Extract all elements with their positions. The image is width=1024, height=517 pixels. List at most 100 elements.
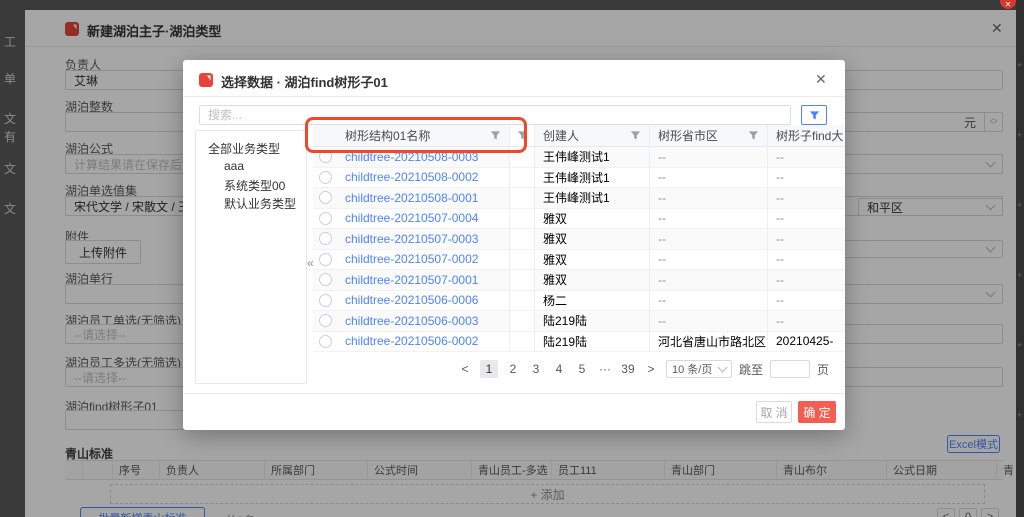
col-header-creator: 创建人 [543,127,579,144]
tree-item-link[interactable]: childtree-20210506-0006 [345,293,478,307]
filter-funnel-icon [809,110,820,121]
row-radio[interactable] [319,191,332,204]
table-row[interactable]: childtree-20210508-0001 王伟峰测试1 -- -- [313,188,845,209]
cell-region: -- [650,270,768,290]
tree-item-link[interactable]: childtree-20210508-0001 [345,191,478,205]
filter-funnel-icon[interactable] [490,130,501,141]
tree-item-link[interactable]: childtree-20210508-0003 [345,150,478,164]
page-number[interactable]: 3 [528,360,544,378]
row-radio[interactable] [319,171,332,184]
table-row[interactable]: childtree-20210506-0006 杨二 -- -- [313,291,845,312]
category-root[interactable]: 全部业务类型 [208,140,280,157]
cell-extra: 20210425- [768,332,845,352]
table-row[interactable]: childtree-20210506-0002 陆219陆 河北省唐山市路北区 … [313,332,845,353]
table-row[interactable]: childtree-20210507-0002 雅双 -- -- [313,250,845,271]
row-radio[interactable] [319,273,332,286]
cell-region: -- [650,250,768,270]
cell-region: -- [650,229,768,249]
category-panel: 全部业务类型 aaa 系统类型00 默认业务类型 [195,130,307,384]
modal-close-icon[interactable]: ✕ [815,71,827,88]
divider [183,96,845,97]
modal-title: 选择数据 · 湖泊find树形子01 [221,72,388,91]
filter-funnel-icon[interactable] [748,130,759,141]
cell-creator: 雅双 [535,250,650,270]
cell-region: -- [650,311,768,331]
row-radio[interactable] [319,335,332,348]
page-number[interactable]: 39 [620,360,636,378]
tree-item-link[interactable]: childtree-20210507-0004 [345,211,478,225]
cell-region: -- [650,291,768,311]
header-radio-col [313,125,337,146]
page-number[interactable]: 1 [480,360,498,378]
cell-extra: -- [768,250,845,270]
table-row[interactable]: childtree-20210507-0001 雅双 -- -- [313,270,845,291]
page-ellipsis[interactable]: ··· [597,360,613,378]
table-header-row: 树形结构01名称 创建人 树形省市区 树形子find大 [313,125,845,147]
search-input[interactable] [199,105,791,125]
cancel-button[interactable]: 取 消 [756,401,792,423]
page-next[interactable]: > [643,360,659,378]
cell-region: -- [650,147,768,167]
row-radio[interactable] [319,253,332,266]
tree-item-link[interactable]: childtree-20210506-0003 [345,314,478,328]
confirm-button[interactable]: 确 定 [798,401,836,423]
row-radio[interactable] [319,232,332,245]
cell-extra: -- [768,270,845,290]
table-row[interactable]: childtree-20210508-0003 王伟峰测试1 -- -- [313,147,845,168]
cell-creator: 杨二 [535,291,650,311]
jump-page-input[interactable] [770,360,810,378]
cell-region: -- [650,168,768,188]
brand-doc-icon [199,73,213,87]
tree-item-link[interactable]: childtree-20210506-0002 [345,334,478,348]
row-radio[interactable] [319,150,332,163]
table-row[interactable]: childtree-20210507-0003 雅双 -- -- [313,229,845,250]
divider [183,393,845,394]
category-item[interactable]: aaa [224,159,244,173]
col-header-name: 树形结构01名称 [345,127,430,144]
category-item[interactable]: 默认业务类型 [224,195,296,212]
cell-region: 河北省唐山市路北区 [650,332,768,352]
row-radio[interactable] [319,212,332,225]
category-item[interactable]: 系统类型00 [224,177,285,194]
cell-creator: 雅双 [535,270,650,290]
cell-extra: -- [768,291,845,311]
filter-button[interactable] [801,105,827,125]
cell-extra: -- [768,229,845,249]
tree-item-link[interactable]: childtree-20210507-0002 [345,252,478,266]
page-size-select[interactable]: 10 条/页 [666,360,732,378]
tree-item-link[interactable]: childtree-20210507-0001 [345,273,478,287]
filter-funnel-icon[interactable] [630,130,641,141]
cell-region: -- [650,209,768,229]
cell-region: -- [650,188,768,208]
filter-funnel-icon[interactable] [517,130,528,141]
jump-unit: 页 [817,361,829,378]
page-number[interactable]: 4 [551,360,567,378]
page-number[interactable]: 2 [505,360,521,378]
cell-creator: 雅双 [535,209,650,229]
screen: 工 单 文 有 文 文 + + + + + + 新建湖泊主子·湖泊类型 ✕ 负责… [0,0,1024,517]
cell-creator: 王伟峰测试1 [535,168,650,188]
select-data-modal: 选择数据 · 湖泊find树形子01 ✕ 全部业务类型 aaa 系统类型00 默… [183,60,845,430]
cell-creator: 王伟峰测试1 [535,147,650,167]
page-prev[interactable]: < [457,360,473,378]
col-header-region: 树形省市区 [658,127,718,144]
tree-item-link[interactable]: childtree-20210507-0003 [345,232,478,246]
col-header-extra: 树形子find大 [776,127,843,144]
cell-creator: 陆219陆 [535,311,650,331]
cell-creator: 陆219陆 [535,332,650,352]
tree-item-link[interactable]: childtree-20210508-0002 [345,170,478,184]
page-number[interactable]: 5 [574,360,590,378]
row-radio[interactable] [319,294,332,307]
cell-extra: -- [768,168,845,188]
pagination: < 1 2 3 4 5 ··· 39 > 10 条/页 跳至 页 [457,360,829,378]
chevron-down-icon [718,362,728,372]
table-row[interactable]: childtree-20210507-0004 雅双 -- -- [313,209,845,230]
cell-creator: 王伟峰测试1 [535,188,650,208]
data-table: 树形结构01名称 创建人 树形省市区 树形子find大 child [313,125,845,353]
jump-label: 跳至 [739,361,763,378]
table-row[interactable]: childtree-20210506-0003 陆219陆 -- -- [313,311,845,332]
row-radio[interactable] [319,314,332,327]
page-size-value: 10 条/页 [672,361,712,377]
table-row[interactable]: childtree-20210508-0002 王伟峰测试1 -- -- [313,168,845,189]
cell-extra: -- [768,188,845,208]
